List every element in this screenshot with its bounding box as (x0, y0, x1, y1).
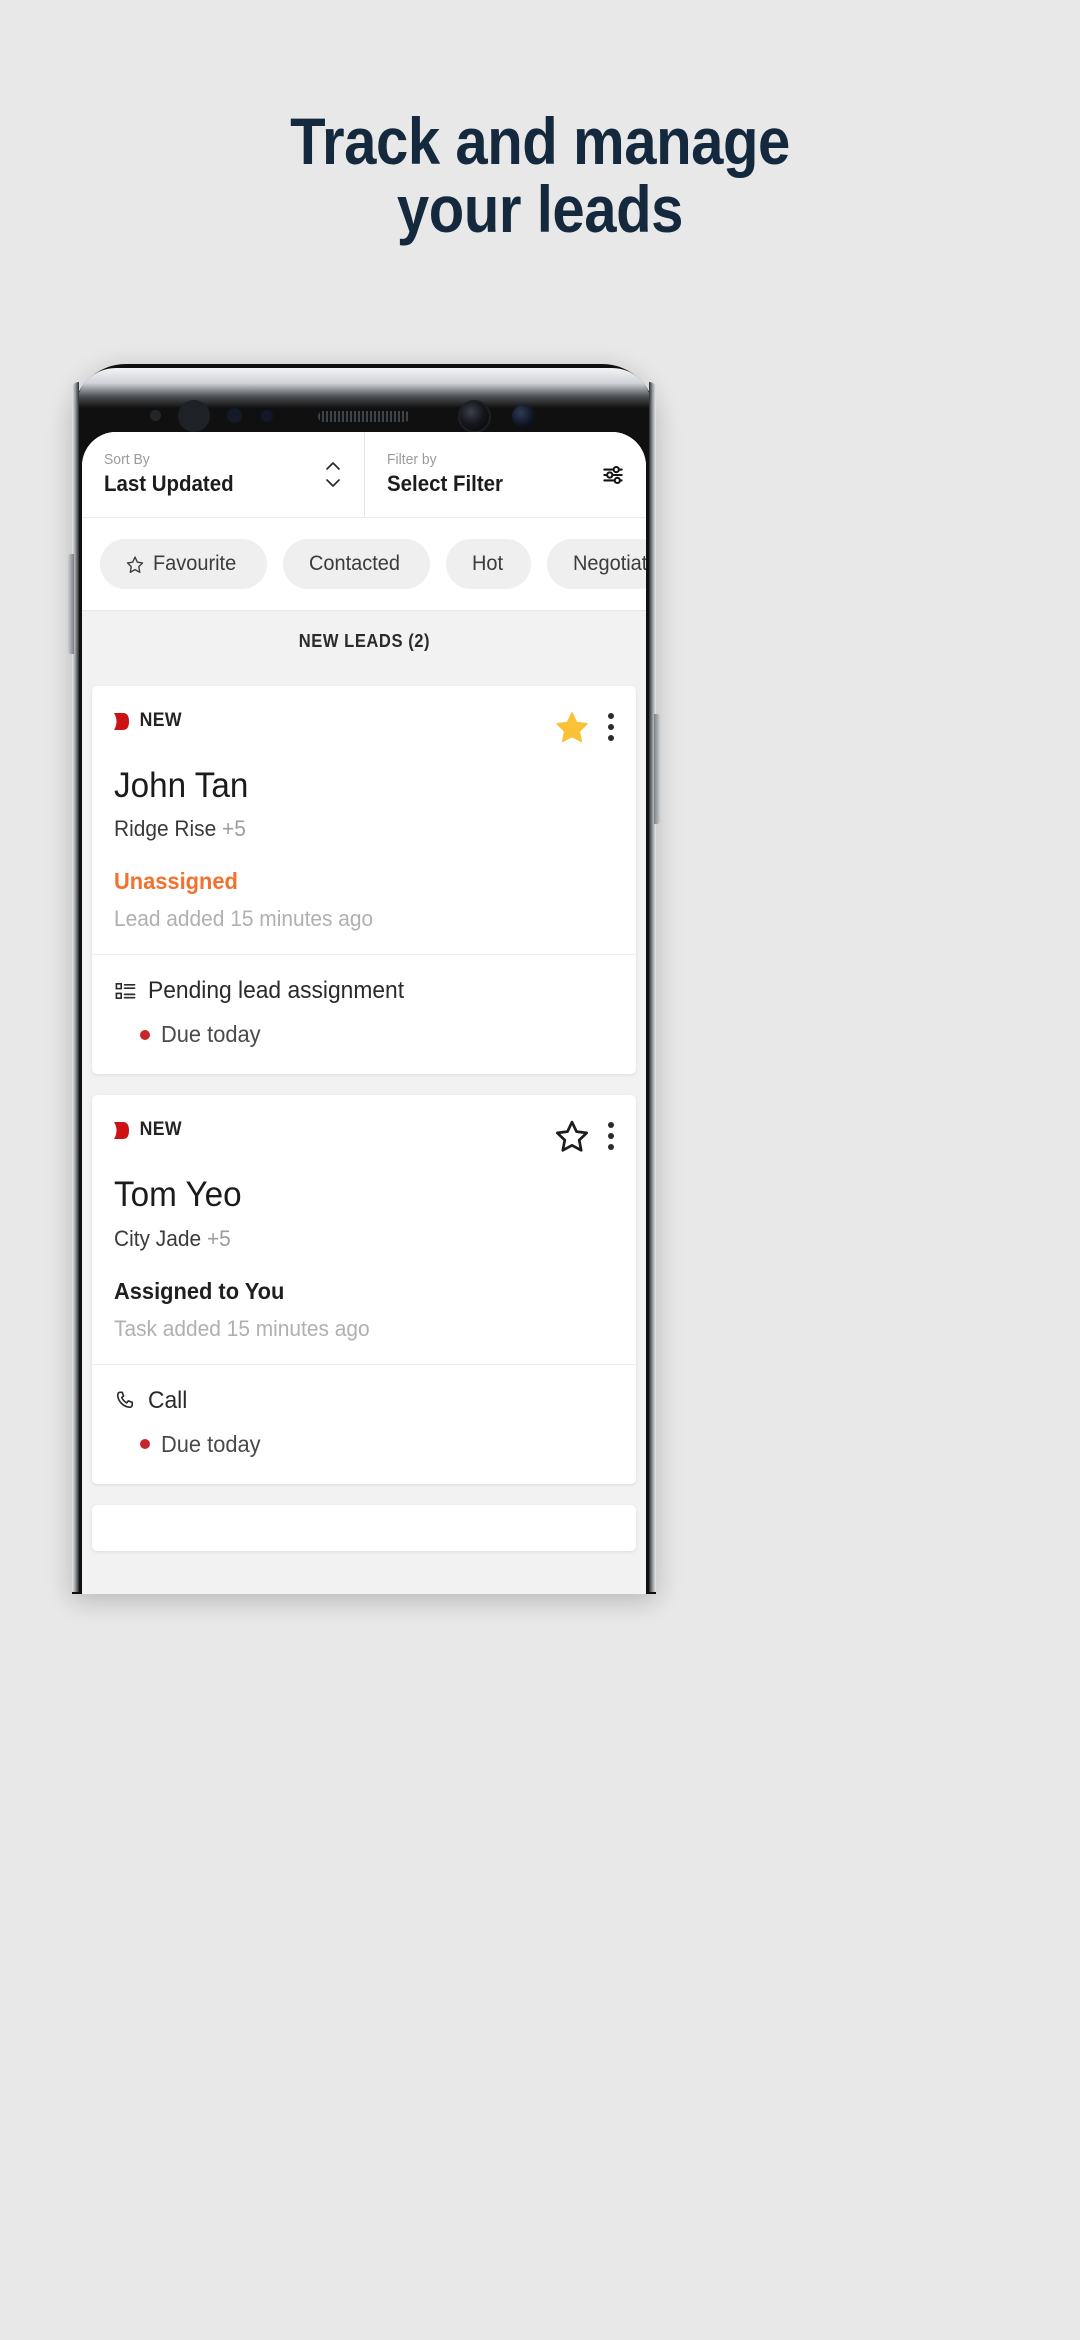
sort-by-control[interactable]: Sort By Last Updated (82, 432, 364, 517)
task-label: Call (148, 1386, 188, 1414)
earpiece-speaker-icon (318, 411, 410, 422)
star-filled-icon[interactable] (555, 710, 589, 744)
filter-by-control[interactable]: Filter by Select Filter (364, 432, 646, 517)
kebab-menu-icon[interactable] (607, 711, 614, 743)
lead-card-actions (555, 710, 614, 744)
lead-list[interactable]: NEW John Tan Ridge Rise +5 Unassigned Le… (82, 672, 646, 1594)
lead-card[interactable]: NEW Tom Yeo City Jade +5 Assigned to You… (92, 1095, 636, 1484)
chip-contacted[interactable]: Contacted (282, 539, 431, 589)
red-flag-icon (114, 1121, 129, 1139)
lead-card-header: NEW (114, 710, 614, 744)
section-header-label: NEW LEADS (2) (298, 631, 430, 651)
lead-meta: Task added 15 minutes ago (114, 1315, 370, 1341)
lead-property-name: Ridge Rise (114, 816, 217, 842)
sort-by-value: Last Updated (104, 471, 234, 497)
section-header-new-leads: NEW LEADS (2) (82, 610, 646, 672)
lead-property-more: +5 (206, 1225, 231, 1251)
lead-card-header: NEW (114, 1119, 614, 1153)
chip-label: Negotiating (572, 552, 646, 575)
due-label: Due today (161, 1021, 261, 1048)
red-flag-icon (114, 712, 129, 730)
power-button[interactable] (654, 714, 660, 824)
lead-property: City Jade +5 (114, 1226, 589, 1252)
sort-by-label: Sort By (104, 451, 150, 469)
secondary-camera-icon (512, 405, 535, 428)
sort-filter-bar: Sort By Last Updated Filter by Select Fi… (82, 432, 646, 518)
new-badge: NEW (114, 1119, 184, 1141)
proximity-sensor-icon (178, 400, 210, 432)
lead-property: Ridge Rise +5 (114, 816, 589, 842)
due-dot-icon (140, 1029, 150, 1040)
task-row: Call (114, 1387, 614, 1415)
chip-negotiating[interactable]: Negotiating (546, 539, 646, 589)
kebab-menu-icon[interactable] (607, 1120, 614, 1152)
due-dot-icon (140, 1439, 150, 1449)
sliders-icon[interactable] (600, 462, 626, 488)
page-title: Track and manage your leads (65, 107, 1015, 246)
lead-card-partial[interactable] (92, 1504, 636, 1551)
lead-meta: Lead added 15 minutes ago (114, 906, 374, 932)
phone-right-edge (649, 382, 656, 1592)
chip-label: Contacted (308, 552, 400, 575)
task-row: Pending lead assignment (114, 977, 614, 1005)
front-camera-icon (458, 400, 491, 433)
star-outline-icon (126, 555, 144, 574)
headline-line-2: your leads (396, 171, 684, 246)
sensor-dot-icon (227, 408, 242, 423)
promo-screenshot: Track and manage your leads Sort By Last… (0, 0, 1080, 2340)
chevron-up-down-icon[interactable] (322, 458, 344, 492)
lead-task-section[interactable]: Pending lead assignment Due today (92, 954, 636, 1074)
phone-screen: Sort By Last Updated Filter by Select Fi… (82, 432, 646, 1594)
due-row: Due today (114, 1431, 614, 1458)
lead-card-body (92, 1505, 636, 1551)
new-badge: NEW (114, 710, 184, 732)
filter-by-label: Filter by (387, 451, 437, 469)
lead-status: Unassigned (114, 868, 238, 895)
task-list-icon (114, 980, 137, 1003)
lead-card-body: NEW John Tan Ridge Rise +5 Unassigned Le… (92, 686, 636, 954)
lead-name: John Tan (114, 766, 249, 805)
lead-task-section[interactable]: Call Due today (92, 1363, 636, 1484)
task-label: Pending lead assignment (148, 977, 405, 1005)
new-badge-label: NEW (139, 710, 182, 731)
volume-button[interactable] (68, 554, 74, 654)
phone-mockup: Sort By Last Updated Filter by Select Fi… (68, 364, 660, 1594)
sensor-dot-icon (261, 410, 273, 422)
chip-hot[interactable]: Hot (446, 539, 531, 589)
filter-chip-row[interactable]: Favourite Contacted Hot Negotiating (82, 518, 646, 610)
due-row: Due today (114, 1021, 614, 1048)
chip-label: Favourite (153, 552, 237, 575)
lead-card[interactable]: NEW John Tan Ridge Rise +5 Unassigned Le… (92, 686, 636, 1075)
due-label: Due today (161, 1430, 261, 1457)
lead-card-body: NEW Tom Yeo City Jade +5 Assigned to You… (92, 1095, 636, 1363)
star-outline-icon[interactable] (555, 1119, 589, 1153)
sensor-dot-icon (150, 410, 161, 421)
chip-label: Hot (472, 552, 504, 575)
headline-line-1: Track and manage (290, 104, 790, 178)
lead-property-name: City Jade (114, 1225, 202, 1251)
phone-call-icon (114, 1389, 137, 1412)
filter-by-value: Select Filter (387, 471, 503, 497)
new-badge-label: NEW (139, 1119, 182, 1141)
chip-favourite[interactable]: Favourite (100, 539, 267, 589)
lead-property-more: +5 (222, 816, 246, 842)
lead-name: Tom Yeo (114, 1175, 242, 1215)
lead-card-actions (555, 1119, 614, 1153)
lead-status: Assigned to You (114, 1277, 285, 1304)
